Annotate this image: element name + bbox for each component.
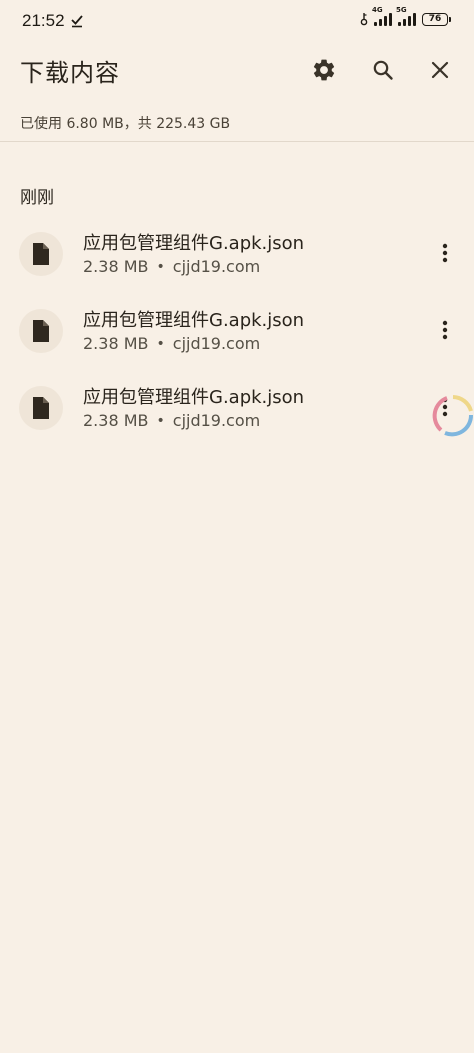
signal-icon-2: 5G xyxy=(396,6,416,26)
file-icon xyxy=(33,397,49,419)
file-icon-container xyxy=(19,232,63,276)
key-icon xyxy=(360,13,368,26)
search-button[interactable] xyxy=(365,52,401,88)
file-source: cjjd19.com xyxy=(172,411,261,430)
more-vert-icon xyxy=(442,243,448,263)
loading-spinner-icon xyxy=(432,395,474,437)
file-source: cjjd19.com xyxy=(172,257,261,276)
file-name: 应用包管理组件G.apk.json xyxy=(83,310,305,331)
signal-icon-1: 4G xyxy=(372,6,392,26)
more-options-button[interactable] xyxy=(430,313,460,347)
meta-separator: • xyxy=(156,258,165,275)
search-icon xyxy=(373,60,393,80)
file-name: 应用包管理组件G.apk.json xyxy=(83,387,305,408)
file-name: 应用包管理组件G.apk.json xyxy=(83,233,305,254)
file-source: cjjd19.com xyxy=(172,334,261,353)
file-meta: 2.38 MB • cjjd19.com xyxy=(83,257,260,276)
meta-separator: • xyxy=(156,335,165,352)
battery-level: 76 xyxy=(428,14,442,24)
divider xyxy=(0,141,474,142)
section-header-just-now: 刚刚 xyxy=(20,188,54,208)
file-size: 2.38 MB xyxy=(83,411,149,430)
status-time-group: 21:52 xyxy=(22,11,84,31)
app-bar: 下载内容 xyxy=(0,42,474,98)
file-icon-container xyxy=(19,309,63,353)
status-bar: 21:52 4G 5G 76 xyxy=(0,0,474,42)
settings-button[interactable] xyxy=(306,52,342,88)
file-size: 2.38 MB xyxy=(83,257,149,276)
more-options-button[interactable] xyxy=(430,236,460,270)
file-meta: 2.38 MB • cjjd19.com xyxy=(83,334,260,353)
file-size: 2.38 MB xyxy=(83,334,149,353)
battery-icon: 76 xyxy=(422,12,451,26)
storage-usage-text: 已使用 6.80 MB，共 225.43 GB xyxy=(20,116,231,132)
more-vert-icon xyxy=(442,320,448,340)
download-item[interactable]: 应用包管理组件G.apk.json 2.38 MB • cjjd19.com xyxy=(0,222,474,292)
file-icon-container xyxy=(19,386,63,430)
file-icon xyxy=(33,320,49,342)
download-item[interactable]: 应用包管理组件G.apk.json 2.38 MB • cjjd19.com xyxy=(0,299,474,369)
page-title: 下载内容 xyxy=(20,59,120,87)
file-meta: 2.38 MB • cjjd19.com xyxy=(83,411,260,430)
gear-icon xyxy=(313,59,335,81)
close-icon xyxy=(431,61,449,79)
status-time: 21:52 xyxy=(22,11,65,30)
download-done-icon xyxy=(70,15,83,28)
download-item[interactable]: 应用包管理组件G.apk.json 2.38 MB • cjjd19.com xyxy=(0,376,474,446)
close-button[interactable] xyxy=(422,52,458,88)
status-indicators: 4G 5G 76 xyxy=(360,6,451,26)
meta-separator: • xyxy=(156,412,165,429)
network-type-2: 5G xyxy=(396,6,407,14)
network-type-1: 4G xyxy=(372,6,383,14)
file-icon xyxy=(33,243,49,265)
